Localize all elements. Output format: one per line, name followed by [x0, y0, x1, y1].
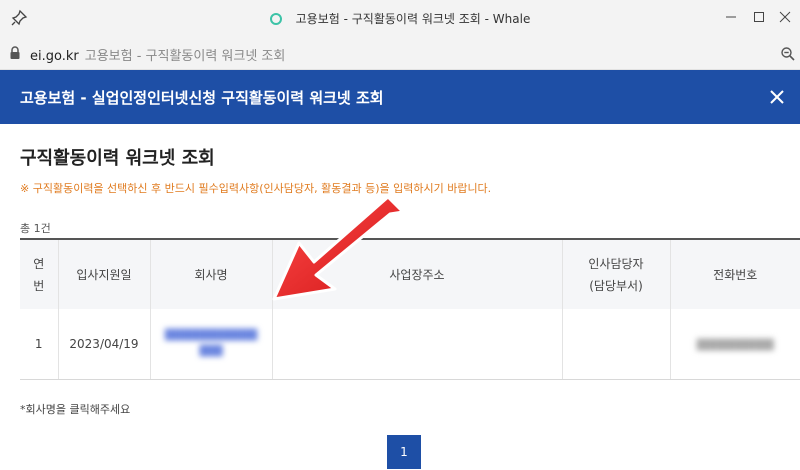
cell-address [271, 309, 562, 380]
popup-header-title: 고용보험 - 실업인정인터넷신청 구직활동이력 워크넷 조회 [20, 89, 384, 107]
col-header-phone: 전화번호 [669, 238, 800, 309]
notice-text: ※ 구직활동이력을 선택하신 후 반드시 필수입력사항(인사담당자, 활동결과 … [20, 182, 492, 195]
minimize-icon[interactable] [720, 6, 742, 28]
address-bar[interactable]: ei.go.kr 고용보험 - 구직활동이력 워크넷 조회 [0, 36, 800, 70]
window-title: 고용보험 - 구직활동이력 워크넷 조회 - Whale [295, 12, 531, 26]
cell-date: 2023/04/19 [57, 309, 150, 380]
page-title: 구직활동이력 워크넷 조회 [20, 148, 215, 169]
cell-phone: ██████████ [669, 309, 800, 380]
table-header-row: 연번 입사지원일 회사명 사업장주소 인사담당자 (담당부서) 전화번호 [20, 238, 800, 309]
activity-table: 연번 입사지원일 회사명 사업장주소 인사담당자 (담당부서) 전화번호 1 20… [20, 238, 800, 380]
cell-no: 1 [20, 309, 58, 380]
address-host: ei.go.kr [30, 49, 79, 64]
maximize-icon[interactable] [748, 6, 770, 28]
popup-close-icon[interactable] [768, 88, 786, 106]
col-header-company: 회사명 [149, 238, 272, 309]
cell-company-link[interactable]: ████████████ ███ [149, 309, 272, 380]
page-button-1[interactable]: 1 [387, 435, 421, 469]
footnote: *회사명을 클릭해주세요 [20, 403, 131, 416]
cell-hr [561, 309, 670, 380]
total-count: 총 1건 [20, 222, 51, 235]
col-header-hr: 인사담당자 (담당부서) [561, 238, 670, 309]
table-row: 1 2023/04/19 ████████████ ███ ██████████ [20, 309, 800, 380]
col-header-no: 연번 [20, 238, 58, 309]
col-header-address: 사업장주소 [271, 238, 562, 309]
address-path: 고용보험 - 구직활동이력 워크넷 조회 [84, 49, 286, 64]
col-header-date: 입사지원일 [57, 238, 150, 309]
popup-header: 고용보험 - 실업인정인터넷신청 구직활동이력 워크넷 조회 [0, 70, 800, 124]
whale-tab-icon [269, 13, 282, 25]
window-close-icon[interactable] [774, 6, 796, 28]
zoom-icon[interactable] [780, 46, 796, 62]
window-titlebar: 고용보험 - 구직활동이력 워크넷 조회 - Whale [0, 0, 800, 36]
lock-icon [10, 46, 20, 59]
